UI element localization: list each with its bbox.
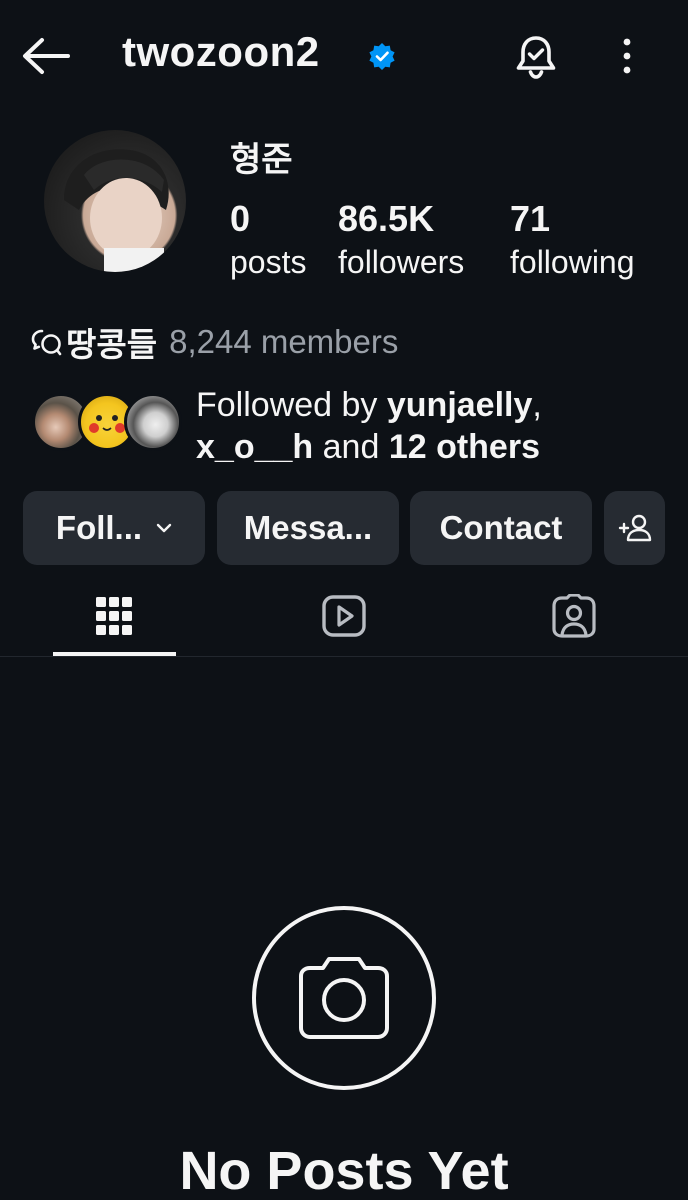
profile-username: twozoon2 — [122, 28, 320, 75]
empty-state-circle — [252, 906, 436, 1090]
channel-name: 땅콩들 — [66, 326, 158, 363]
mutual-user-2: x_o__h — [196, 428, 314, 466]
broadcast-channel-link[interactable]: 땅콩들 8,244 members — [30, 322, 399, 363]
mutual-avatar — [124, 393, 182, 451]
message-button-label: Messa... — [243, 509, 373, 546]
posts-count: 0 — [230, 198, 251, 239]
followed-by-comma: , — [532, 386, 542, 424]
following-button[interactable]: Foll... — [23, 491, 205, 565]
followed-by-and: and — [313, 428, 389, 466]
add-user-icon — [618, 514, 651, 542]
tab-reels[interactable] — [284, 580, 404, 652]
empty-state-title: No Posts Yet — [179, 1141, 509, 1200]
following-stat[interactable]: 71 following — [510, 198, 635, 281]
tab-tagged[interactable] — [514, 580, 634, 652]
verified-badge-icon — [368, 42, 396, 70]
posts-stat: 0 posts — [230, 198, 306, 281]
contact-button-label: Contact — [439, 509, 563, 546]
more-vertical-icon — [623, 38, 631, 74]
display-name: 형준 — [230, 141, 293, 179]
followers-label: followers — [338, 244, 465, 280]
following-count: 71 — [510, 198, 551, 239]
suggested-users-button[interactable] — [604, 491, 665, 565]
mutual-user-1: yunjaelly — [386, 386, 533, 424]
contact-button[interactable]: Contact — [410, 491, 592, 565]
channel-members: 8,244 members — [169, 323, 399, 360]
followed-by-prefix: Followed by — [196, 386, 387, 424]
message-button[interactable]: Messa... — [217, 491, 399, 565]
chevron-down-icon — [156, 523, 172, 533]
followers-stat[interactable]: 86.5K followers — [338, 198, 464, 281]
arrow-left-icon — [23, 38, 70, 74]
channel-chat-icon — [31, 329, 62, 356]
profile-avatar[interactable] — [44, 130, 186, 272]
camera-icon — [299, 957, 389, 1039]
posts-label: posts — [230, 244, 307, 280]
mutual-followers-avatars[interactable] — [32, 393, 182, 453]
grid-icon — [96, 597, 132, 635]
tab-posts[interactable] — [54, 580, 174, 652]
mutual-others: 12 others — [388, 428, 540, 466]
followers-count: 86.5K — [338, 198, 435, 239]
back-button[interactable] — [20, 34, 72, 78]
following-label: following — [510, 244, 635, 280]
tagged-icon — [552, 594, 596, 638]
notifications-button[interactable] — [512, 32, 560, 80]
more-options-button[interactable] — [610, 34, 644, 78]
followed-by-text[interactable]: Followed by yunjaelly, x_o__h and 12 oth… — [196, 384, 542, 468]
reels-icon — [322, 595, 366, 637]
bell-icon — [516, 36, 556, 79]
tabs-divider — [0, 656, 688, 657]
following-button-label: Foll... — [55, 509, 143, 546]
